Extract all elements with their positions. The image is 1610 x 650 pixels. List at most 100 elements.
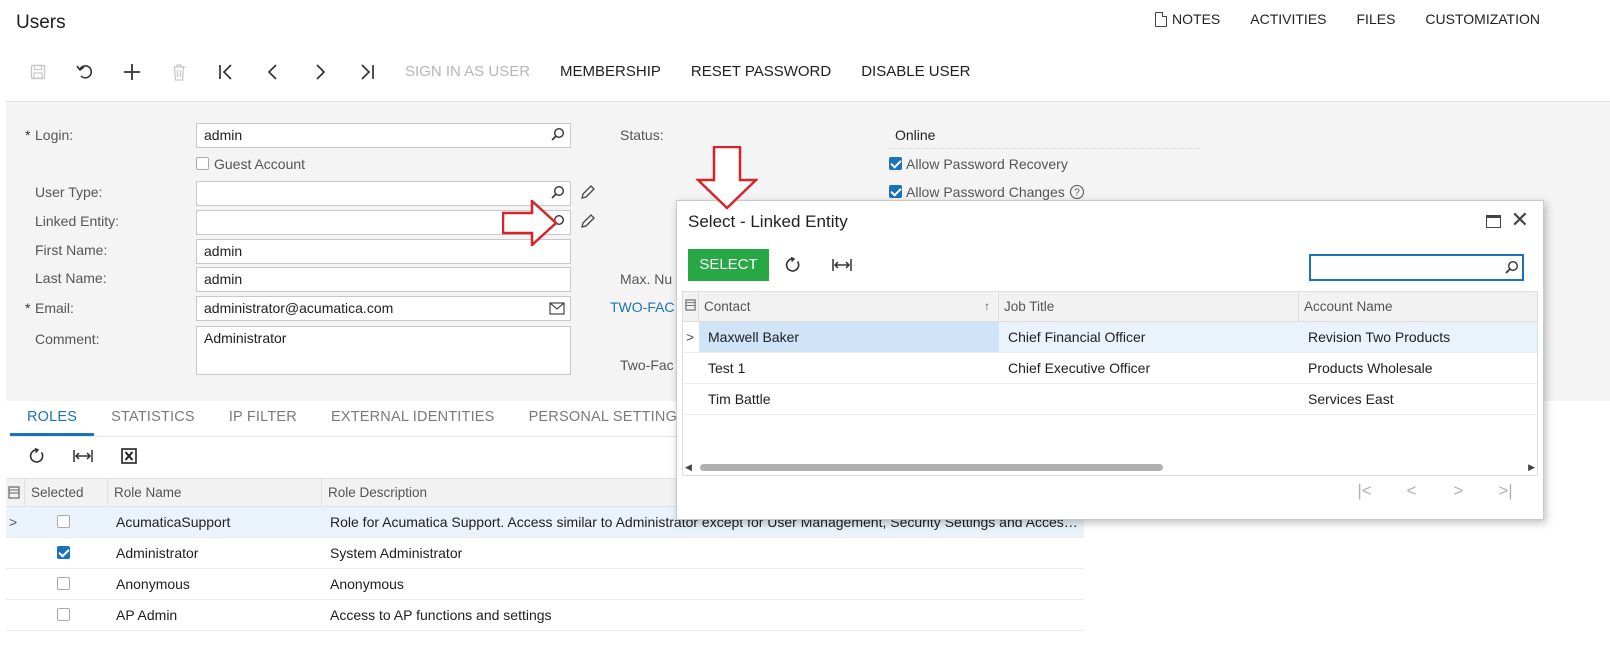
last-page-icon[interactable]: >| xyxy=(1482,481,1529,501)
add-icon[interactable] xyxy=(108,54,155,90)
next-record-icon[interactable] xyxy=(296,54,343,90)
search-icon[interactable] xyxy=(551,185,565,199)
selected-cell[interactable] xyxy=(25,507,108,537)
tab-external-identities[interactable]: EXTERNAL IDENTITIES xyxy=(314,402,512,436)
account-name-cell: Revision Two Products xyxy=(1299,322,1537,352)
activities-link[interactable]: ACTIVITIES xyxy=(1250,11,1326,27)
first-record-icon[interactable] xyxy=(202,54,249,90)
job-title-cell xyxy=(999,384,1299,414)
column-selected[interactable]: Selected xyxy=(25,479,108,506)
table-row[interactable]: > Maxwell Baker Chief Financial Officer Rev… xyxy=(683,322,1537,353)
previous-page-icon[interactable]: < xyxy=(1388,481,1435,501)
login-field[interactable]: admin xyxy=(196,123,571,148)
login-label: Login: xyxy=(25,127,73,143)
top-links: NOTES ACTIVITIES FILES CUSTOMIZATION xyxy=(1155,11,1540,27)
last-record-icon[interactable] xyxy=(343,54,390,90)
table-row[interactable]: Tim Battle Services East xyxy=(683,384,1537,415)
row-selector xyxy=(6,569,25,599)
scroll-right-icon[interactable]: ▶ xyxy=(1528,462,1535,473)
row-arrow-icon: > xyxy=(9,514,18,530)
svg-text:?: ? xyxy=(1074,188,1080,199)
comment-label: Comment: xyxy=(35,331,100,347)
next-page-icon[interactable]: > xyxy=(1435,481,1482,501)
selected-checkbox[interactable] xyxy=(57,577,70,590)
edit-pencil-icon[interactable] xyxy=(580,213,596,229)
role-description-cell: Access to AP functions and settings xyxy=(330,607,552,623)
column-account-name[interactable]: Account Name xyxy=(1299,292,1537,321)
refresh-icon[interactable] xyxy=(14,443,60,468)
contact-cell: Test 1 xyxy=(708,360,746,376)
column-contact-label: Contact xyxy=(704,299,751,314)
tab-roles[interactable]: ROLES xyxy=(10,402,95,436)
email-label: Email: xyxy=(25,300,74,316)
tab-ip-filter[interactable]: IP FILTER xyxy=(212,402,314,436)
scroll-left-icon[interactable]: ◀ xyxy=(685,462,692,473)
status-label: Status: xyxy=(620,127,664,143)
right-arrow-annotation-icon xyxy=(502,200,558,246)
export-excel-icon[interactable] xyxy=(106,443,152,468)
guest-account-checkbox[interactable] xyxy=(196,157,209,170)
allow-password-recovery-label: Allow Password Recovery xyxy=(906,156,1068,172)
row-selector xyxy=(683,353,699,383)
row-selector xyxy=(6,600,25,630)
row-selector xyxy=(6,538,25,568)
allow-password-recovery-checkbox[interactable] xyxy=(889,157,902,170)
select-button[interactable]: SELECT xyxy=(688,249,769,281)
table-row[interactable]: AP Admin Access to AP functions and setti… xyxy=(6,600,1084,631)
save-icon[interactable] xyxy=(14,54,61,90)
selected-checkbox[interactable] xyxy=(57,515,70,528)
last-name-field[interactable]: admin xyxy=(196,267,571,292)
search-icon[interactable] xyxy=(551,127,565,141)
customization-link[interactable]: CUSTOMIZATION xyxy=(1425,11,1540,27)
delete-icon[interactable] xyxy=(155,54,202,90)
login-value: admin xyxy=(204,127,243,143)
reset-password-button[interactable]: RESET PASSWORD xyxy=(676,54,846,90)
column-role-name[interactable]: Role Name xyxy=(108,479,322,506)
two-factor-link[interactable]: TWO-FAC xyxy=(610,299,675,315)
page-title: Users xyxy=(16,12,66,33)
edit-pencil-icon[interactable] xyxy=(580,184,596,200)
comment-field[interactable]: Administrator xyxy=(196,326,571,375)
fit-columns-icon[interactable] xyxy=(60,443,106,468)
undo-icon[interactable] xyxy=(61,54,108,90)
horizontal-scrollbar[interactable] xyxy=(700,464,1163,471)
sign-in-as-user-button[interactable]: SIGN IN AS USER xyxy=(390,54,545,90)
allow-password-changes-checkbox[interactable] xyxy=(889,185,902,198)
selected-checkbox[interactable] xyxy=(57,546,70,559)
fit-columns-icon[interactable] xyxy=(832,257,852,276)
selected-cell[interactable] xyxy=(25,600,108,630)
row-selector xyxy=(683,384,699,414)
role-name-cell: Anonymous xyxy=(116,576,190,592)
close-icon[interactable]: ✕ xyxy=(1511,207,1529,233)
mail-icon[interactable] xyxy=(549,302,565,315)
table-row[interactable]: Anonymous Anonymous xyxy=(6,569,1084,600)
column-contact[interactable]: Contact ↑ xyxy=(699,292,999,321)
membership-button[interactable]: MEMBERSHIP xyxy=(545,54,676,90)
table-row[interactable]: Test 1 Chief Executive Officer Products Wh… xyxy=(683,353,1537,384)
selected-cell[interactable] xyxy=(25,569,108,599)
dialog-title: Select - Linked Entity xyxy=(688,212,848,231)
help-icon[interactable]: ? xyxy=(1069,184,1085,200)
email-value: administrator@acumatica.com xyxy=(204,300,394,316)
first-page-icon[interactable]: |< xyxy=(1341,481,1388,501)
linked-entity-grid-body: > Maxwell Baker Chief Financial Officer Rev… xyxy=(683,322,1537,415)
notes-link[interactable]: NOTES xyxy=(1155,11,1220,27)
selected-checkbox[interactable] xyxy=(57,608,70,621)
search-icon[interactable] xyxy=(1505,260,1519,274)
files-link[interactable]: FILES xyxy=(1357,11,1396,27)
disable-user-button[interactable]: DISABLE USER xyxy=(846,54,985,90)
dialog-pager: |< < > >| xyxy=(1341,481,1529,501)
role-description-cell: System Administrator xyxy=(330,545,463,561)
email-field[interactable]: administrator@acumatica.com xyxy=(196,296,571,321)
refresh-icon[interactable] xyxy=(785,256,801,276)
dialog-search-input[interactable] xyxy=(1309,254,1524,281)
column-job-title[interactable]: Job Title xyxy=(999,292,1299,321)
allow-password-changes-label: Allow Password Changes xyxy=(906,184,1065,200)
previous-record-icon[interactable] xyxy=(249,54,296,90)
contact-cell: Tim Battle xyxy=(708,391,771,407)
tab-statistics[interactable]: STATISTICS xyxy=(94,402,212,436)
status-value: Online xyxy=(890,127,1200,149)
maximize-icon[interactable] xyxy=(1486,215,1501,228)
selected-cell[interactable] xyxy=(25,538,108,568)
table-row[interactable]: Administrator System Administrator xyxy=(6,538,1084,569)
